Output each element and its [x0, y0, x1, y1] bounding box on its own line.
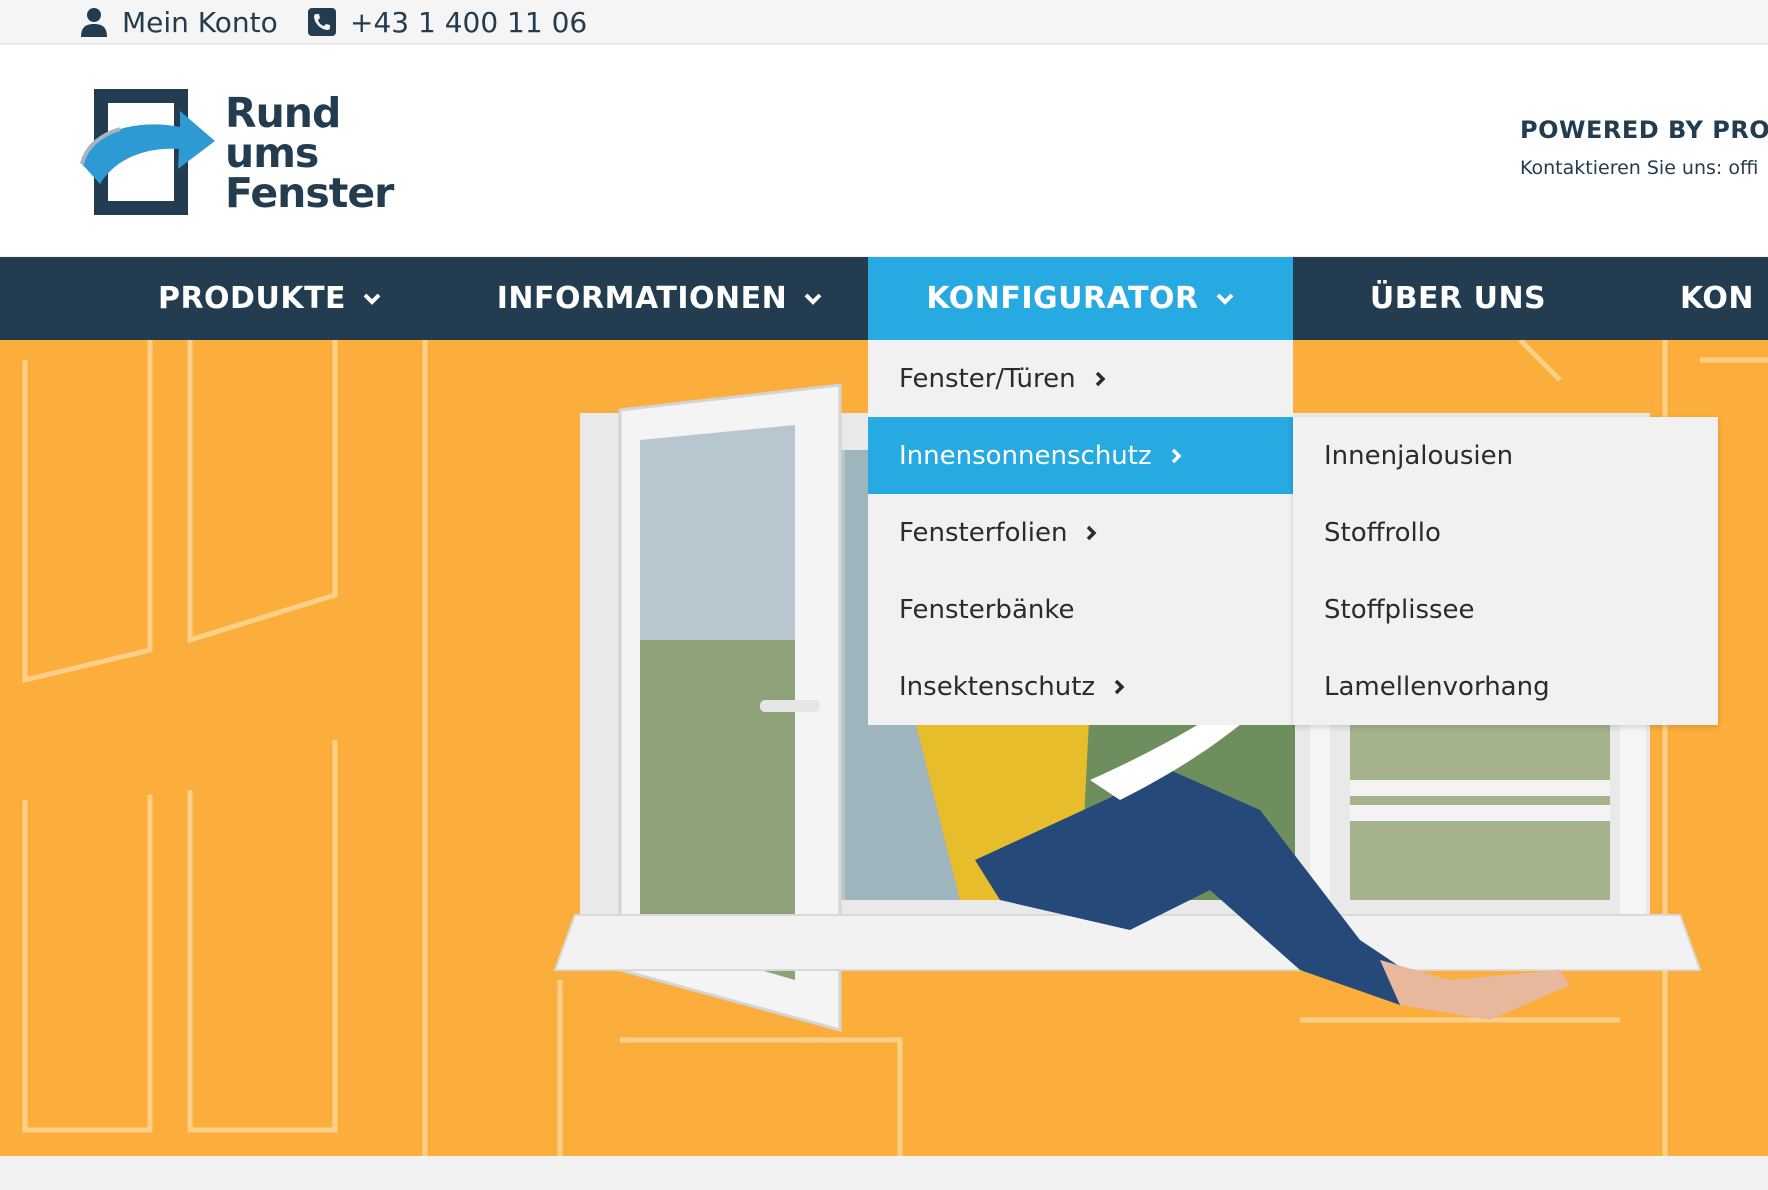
dropdown-item-innensonnenschutz[interactable]: Innensonnenschutz	[868, 417, 1293, 494]
dropdown-item-label: Fenster/Türen	[899, 363, 1076, 394]
innensonnenschutz-submenu: Innenjalousien Stoffrollo Stoffplissee L…	[1293, 417, 1718, 725]
chevron-right-icon	[1087, 525, 1097, 540]
nav-item-label: KONFIGURATOR	[926, 281, 1199, 316]
chevron-right-icon	[1114, 679, 1125, 694]
chevron-down-icon	[363, 293, 381, 305]
nav-item-informationen[interactable]: INFORMATIONEN	[490, 257, 830, 340]
main-nav: PRODUKTE INFORMATIONEN KONFIGURATOR ÜBER…	[0, 257, 1768, 340]
phone-label: +43 1 400 11 06	[350, 5, 588, 39]
account-label: Mein Konto	[122, 5, 278, 39]
submenu-item-label: Innenjalousien	[1324, 440, 1514, 471]
logo-mark	[80, 89, 215, 215]
submenu-item-stoffrollo[interactable]: Stoffrollo	[1293, 494, 1718, 571]
top-bar: Mein Konto +43 1 400 11 06	[0, 0, 1768, 44]
site-header: Rund ums Fenster POWERED BY PROF Kontakt…	[0, 45, 1768, 256]
logo[interactable]: Rund ums Fenster	[80, 89, 394, 219]
nav-item-kontakt[interactable]: KON	[1680, 257, 1768, 340]
chevron-right-icon	[1095, 371, 1106, 386]
dropdown-item-label: Fensterbänke	[899, 594, 1075, 625]
nav-item-label: INFORMATIONEN	[496, 281, 788, 316]
submenu-item-stoffplissee[interactable]: Stoffplissee	[1293, 571, 1718, 648]
logo-text: Rund ums Fenster	[225, 89, 394, 217]
phone-icon	[308, 8, 336, 36]
account-link[interactable]: Mein Konto	[80, 4, 278, 40]
nav-item-label: PRODUKTE	[157, 281, 347, 316]
user-icon	[81, 8, 107, 37]
nav-item-ueber-uns[interactable]: ÜBER UNS	[1293, 257, 1623, 340]
powered-by-text: POWERED BY PROF	[1520, 116, 1768, 144]
submenu-item-lamellenvorhang[interactable]: Lamellenvorhang	[1293, 648, 1718, 725]
dropdown-item-label: Fensterfolien	[899, 517, 1068, 548]
submenu-item-innenjalousien[interactable]: Innenjalousien	[1293, 417, 1718, 494]
submenu-item-label: Lamellenvorhang	[1324, 671, 1550, 702]
dropdown-item-fensterbaenke[interactable]: Fensterbänke	[868, 571, 1293, 648]
nav-item-produkte[interactable]: PRODUKTE	[130, 257, 410, 340]
phone-link[interactable]: +43 1 400 11 06	[308, 4, 587, 40]
konfigurator-dropdown: Fenster/Türen Innensonnenschutz Fensterf…	[868, 340, 1293, 725]
nav-item-label: ÜBER UNS	[1369, 281, 1547, 316]
nav-item-label: KON	[1680, 281, 1755, 316]
dropdown-item-label: Innensonnenschutz	[899, 440, 1152, 471]
dropdown-item-label: Insektenschutz	[899, 671, 1096, 702]
submenu-item-label: Stoffplissee	[1324, 594, 1475, 625]
chevron-down-icon	[1216, 293, 1234, 305]
chevron-right-icon	[1171, 448, 1182, 463]
submenu-item-label: Stoffrollo	[1324, 517, 1441, 548]
contact-text: Kontaktieren Sie uns: offi	[1520, 157, 1759, 179]
nav-item-konfigurator[interactable]: KONFIGURATOR	[868, 257, 1293, 340]
chevron-down-icon	[804, 293, 822, 305]
dropdown-item-insektenschutz[interactable]: Insektenschutz	[868, 648, 1293, 725]
dropdown-item-fensterfolien[interactable]: Fensterfolien	[868, 494, 1293, 571]
dropdown-item-fenster-tueren[interactable]: Fenster/Türen	[868, 340, 1293, 417]
